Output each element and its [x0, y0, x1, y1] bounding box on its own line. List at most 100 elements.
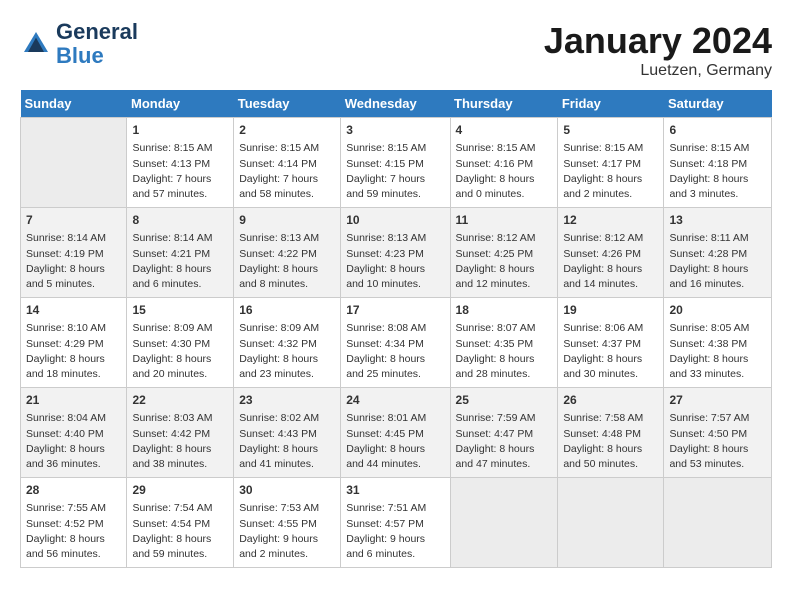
- daylight: Daylight: 8 hours and 3 minutes.: [669, 173, 748, 200]
- daylight: Daylight: 8 hours and 53 minutes.: [669, 443, 748, 470]
- sunrise: Sunrise: 7:51 AM: [346, 502, 426, 514]
- calendar-cell: 26Sunrise: 7:58 AMSunset: 4:48 PMDayligh…: [558, 388, 664, 478]
- sunrise: Sunrise: 8:02 AM: [239, 412, 319, 424]
- month-title: January 2024: [544, 20, 772, 62]
- calendar-cell: 28Sunrise: 7:55 AMSunset: 4:52 PMDayligh…: [21, 478, 127, 568]
- sunrise: Sunrise: 8:04 AM: [26, 412, 106, 424]
- day-number: 13: [669, 212, 766, 229]
- calendar-cell: 29 Sunrise: 7:54 AM Sunset: 4:54 PM Dayligh…: [127, 478, 234, 568]
- sunrise: Sunrise: 8:12 AM: [456, 232, 536, 244]
- day-number: 8: [132, 212, 228, 229]
- calendar-cell: 19Sunrise: 8:06 AMSunset: 4:37 PMDayligh…: [558, 298, 664, 388]
- sunset: Sunset: 4:26 PM: [563, 248, 641, 260]
- logo: General Blue: [20, 20, 138, 68]
- calendar-cell: 9 Sunrise: 8:13 AM Sunset: 4:22 PM Daylight…: [234, 208, 341, 298]
- header-day-thursday: Thursday: [450, 90, 558, 118]
- sunrise: Sunrise: 8:09 AM: [132, 322, 212, 334]
- sunset: Sunset: 4:57 PM: [346, 518, 424, 530]
- logo-text: General Blue: [56, 20, 138, 68]
- sunrise: Sunrise: 7:57 AM: [669, 412, 749, 424]
- sunrise: Sunrise: 7:58 AM: [563, 412, 643, 424]
- sunrise: Sunrise: 8:01 AM: [346, 412, 426, 424]
- day-number: 14: [26, 302, 121, 319]
- daylight: Daylight: 8 hours and 41 minutes.: [239, 443, 318, 470]
- header-day-monday: Monday: [127, 90, 234, 118]
- daylight: Daylight: 8 hours and 33 minutes.: [669, 353, 748, 380]
- day-number: 10: [346, 212, 444, 229]
- sunset: Sunset: 4:17 PM: [563, 158, 641, 170]
- sunset: Sunset: 4:29 PM: [26, 338, 104, 350]
- day-number: 9: [239, 212, 335, 229]
- calendar-cell: 17Sunrise: 8:08 AMSunset: 4:34 PMDayligh…: [341, 298, 450, 388]
- day-number: 17: [346, 302, 444, 319]
- sunset: Sunset: 4:22 PM: [239, 248, 317, 260]
- week-row-4: 21Sunrise: 8:04 AMSunset: 4:40 PMDayligh…: [21, 388, 772, 478]
- sunset: Sunset: 4:38 PM: [669, 338, 747, 350]
- sunset: Sunset: 4:28 PM: [669, 248, 747, 260]
- sunrise: Sunrise: 8:15 AM: [669, 142, 749, 154]
- week-row-3: 14Sunrise: 8:10 AMSunset: 4:29 PMDayligh…: [21, 298, 772, 388]
- daylight: Daylight: 8 hours and 8 minutes.: [239, 263, 318, 290]
- calendar-cell: 2 Sunrise: 8:15 AM Sunset: 4:14 PM Daylight…: [234, 118, 341, 208]
- sunrise: Sunrise: 8:15 AM: [563, 142, 643, 154]
- day-number: 29: [132, 482, 228, 499]
- sunset: Sunset: 4:14 PM: [239, 158, 317, 170]
- daylight: Daylight: 8 hours and 59 minutes.: [132, 533, 211, 560]
- sunrise: Sunrise: 8:14 AM: [132, 232, 212, 244]
- day-number: 11: [456, 212, 553, 229]
- sunrise: Sunrise: 8:15 AM: [239, 142, 319, 154]
- calendar-cell: 10Sunrise: 8:13 AMSunset: 4:23 PMDayligh…: [341, 208, 450, 298]
- sunrise: Sunrise: 7:55 AM: [26, 502, 106, 514]
- day-number: 4: [456, 122, 553, 139]
- calendar-cell: 25Sunrise: 7:59 AMSunset: 4:47 PMDayligh…: [450, 388, 558, 478]
- sunrise: Sunrise: 8:08 AM: [346, 322, 426, 334]
- day-number: 3: [346, 122, 444, 139]
- sunrise: Sunrise: 8:09 AM: [239, 322, 319, 334]
- header-day-saturday: Saturday: [664, 90, 772, 118]
- sunset: Sunset: 4:54 PM: [132, 518, 210, 530]
- day-number: 31: [346, 482, 444, 499]
- sunset: Sunset: 4:34 PM: [346, 338, 424, 350]
- day-number: 23: [239, 392, 335, 409]
- header-day-sunday: Sunday: [21, 90, 127, 118]
- header-day-friday: Friday: [558, 90, 664, 118]
- daylight: Daylight: 8 hours and 38 minutes.: [132, 443, 211, 470]
- sunrise: Sunrise: 8:15 AM: [456, 142, 536, 154]
- page-header: General Blue January 2024 Luetzen, Germa…: [20, 20, 772, 80]
- calendar-cell: 4Sunrise: 8:15 AMSunset: 4:16 PMDaylight…: [450, 118, 558, 208]
- sunrise: Sunrise: 8:07 AM: [456, 322, 536, 334]
- calendar-cell: [664, 478, 772, 568]
- day-number: 16: [239, 302, 335, 319]
- daylight: Daylight: 8 hours and 20 minutes.: [132, 353, 211, 380]
- day-number: 2: [239, 122, 335, 139]
- day-number: 28: [26, 482, 121, 499]
- day-number: 15: [132, 302, 228, 319]
- calendar-cell: 5Sunrise: 8:15 AMSunset: 4:17 PMDaylight…: [558, 118, 664, 208]
- daylight: Daylight: 8 hours and 10 minutes.: [346, 263, 425, 290]
- sunrise: Sunrise: 8:13 AM: [239, 232, 319, 244]
- header-day-wednesday: Wednesday: [341, 90, 450, 118]
- sunrise: Sunrise: 7:54 AM: [132, 502, 212, 514]
- sunrise: Sunrise: 8:03 AM: [132, 412, 212, 424]
- calendar-cell: 21Sunrise: 8:04 AMSunset: 4:40 PMDayligh…: [21, 388, 127, 478]
- calendar-cell: [450, 478, 558, 568]
- daylight: Daylight: 8 hours and 30 minutes.: [563, 353, 642, 380]
- day-number: 21: [26, 392, 121, 409]
- day-number: 12: [563, 212, 658, 229]
- daylight: Daylight: 9 hours and 2 minutes.: [239, 533, 318, 560]
- daylight: Daylight: 7 hours and 58 minutes.: [239, 173, 318, 200]
- sunrise: Sunrise: 7:59 AM: [456, 412, 536, 424]
- day-number: 5: [563, 122, 658, 139]
- sunset: Sunset: 4:55 PM: [239, 518, 317, 530]
- sunset: Sunset: 4:19 PM: [26, 248, 104, 260]
- daylight: Daylight: 8 hours and 36 minutes.: [26, 443, 105, 470]
- sunrise: Sunrise: 8:13 AM: [346, 232, 426, 244]
- sunset: Sunset: 4:18 PM: [669, 158, 747, 170]
- sunset: Sunset: 4:42 PM: [132, 428, 210, 440]
- sunset: Sunset: 4:52 PM: [26, 518, 104, 530]
- sunrise: Sunrise: 8:06 AM: [563, 322, 643, 334]
- calendar-cell: 23Sunrise: 8:02 AMSunset: 4:43 PMDayligh…: [234, 388, 341, 478]
- day-number: 18: [456, 302, 553, 319]
- daylight: Daylight: 9 hours and 6 minutes.: [346, 533, 425, 560]
- daylight: Daylight: 8 hours and 16 minutes.: [669, 263, 748, 290]
